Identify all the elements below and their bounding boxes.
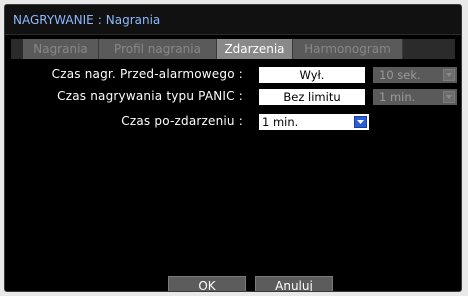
tab-zdarzenia[interactable]: Zdarzenia [217, 39, 293, 59]
title-page: Nagrania [105, 13, 161, 27]
chevron-down-icon[interactable] [354, 116, 367, 128]
pre-alarm-duration-select: 10 sek. [373, 67, 457, 83]
chevron-down-icon [443, 69, 455, 81]
ok-button[interactable]: OK [168, 276, 246, 291]
panic-label: Czas nagrywania typu PANIC : [57, 89, 243, 103]
cancel-button[interactable]: Anuluj [255, 276, 333, 291]
chevron-down-icon [443, 91, 455, 103]
pre-alarm-duration-value: 10 sek. [379, 68, 421, 82]
tab-bar: Nagrania Profil nagrania Zdarzenia Harmo… [11, 39, 455, 59]
window-title: NAGRYWANIE: Nagrania [13, 13, 160, 27]
pre-alarm-label: Czas nagr. Przed-alarmowego : [51, 67, 243, 81]
panic-duration-value: 1 min. [379, 90, 416, 104]
title-section: NAGRYWANIE [13, 13, 94, 27]
pre-alarm-value-field[interactable]: Wył. [259, 67, 365, 83]
title-separator: : [97, 13, 102, 27]
title-bar: NAGRYWANIE: Nagrania [5, 5, 461, 35]
post-event-value: 1 min. [262, 115, 299, 129]
panic-value-field[interactable]: Bez limitu [259, 89, 365, 105]
post-event-select[interactable]: 1 min. [259, 114, 369, 130]
panic-duration-select: 1 min. [373, 89, 457, 105]
tab-nagrania[interactable]: Nagrania [23, 39, 99, 59]
tab-profil-nagrania[interactable]: Profil nagrania [99, 39, 217, 59]
post-event-label: Czas po-zdarzeniu : [121, 114, 243, 128]
settings-window: NAGRYWANIE: Nagrania Nagrania Profil nagr… [4, 4, 462, 292]
tab-harmonogram[interactable]: Harmonogram [293, 39, 403, 59]
